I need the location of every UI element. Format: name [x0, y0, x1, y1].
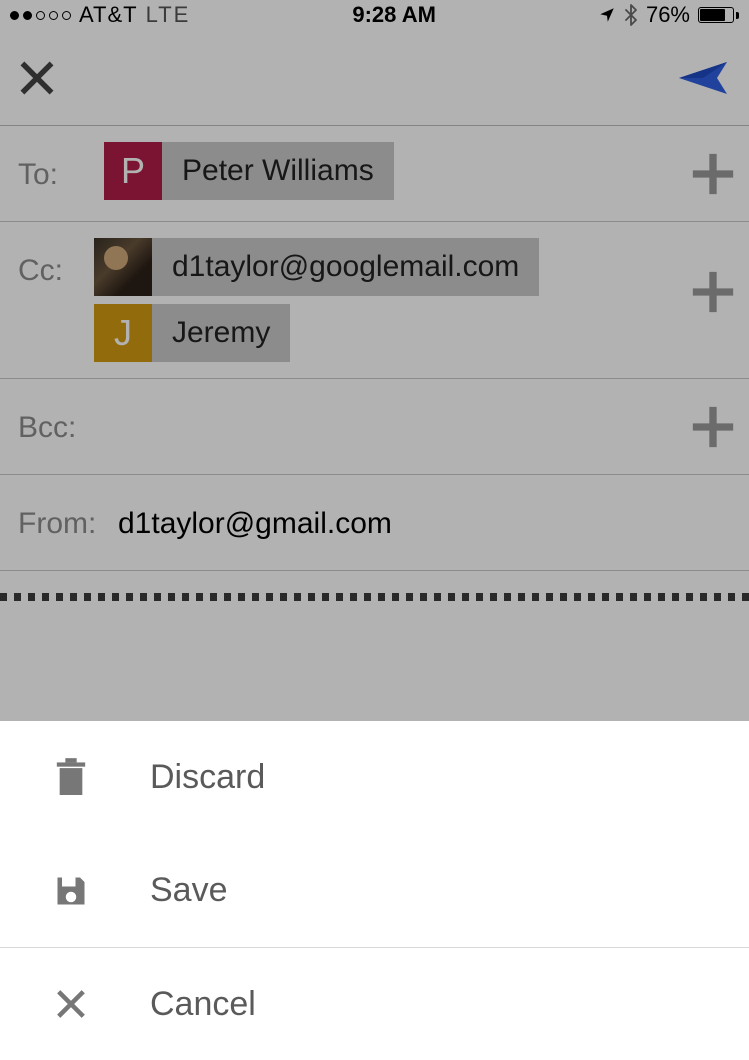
discard-button[interactable]: Discard: [0, 721, 749, 834]
trash-icon: [50, 758, 92, 798]
save-button[interactable]: Save: [0, 834, 749, 947]
cancel-label: Cancel: [150, 985, 256, 1024]
discard-label: Discard: [150, 758, 265, 797]
close-icon: [50, 988, 92, 1020]
action-sheet: Discard Save Cancel: [0, 721, 749, 1060]
cancel-button[interactable]: Cancel: [0, 947, 749, 1060]
save-label: Save: [150, 871, 228, 910]
save-icon: [50, 873, 92, 909]
